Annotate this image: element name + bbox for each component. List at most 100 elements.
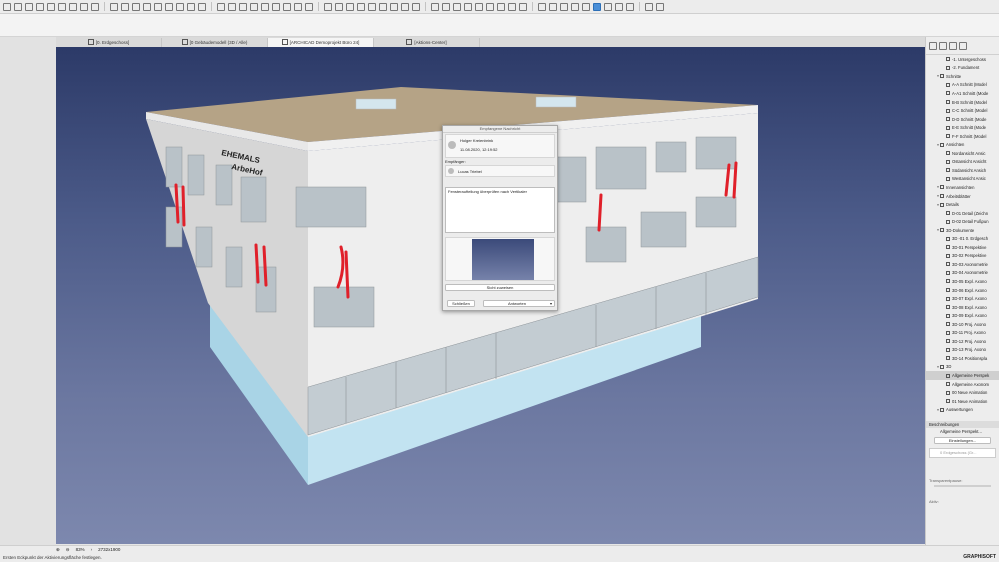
window-icon[interactable]: [198, 2, 206, 11]
dimension-icon[interactable]: [250, 2, 258, 11]
navigator-item[interactable]: D-D Schnitt (Mode: [926, 115, 999, 124]
railing-icon[interactable]: [187, 2, 195, 11]
message-body[interactable]: Fensteraufteilung überprüfen nach Vertik…: [445, 187, 555, 233]
navigator-item[interactable]: 3D-10 Proj. Axono: [926, 320, 999, 329]
assign-view-button[interactable]: Sicht zuweisen: [445, 284, 555, 291]
navigator-item[interactable]: Nordansicht Ansic: [926, 149, 999, 158]
navigator-item[interactable]: 3D-05 Expl. Axono: [926, 277, 999, 286]
penset-icon[interactable]: [464, 2, 472, 11]
view-map-icon[interactable]: [939, 41, 947, 50]
navigator-item[interactable]: ▾ Arbeitsblätter: [926, 192, 999, 201]
pencil-icon[interactable]: [47, 2, 55, 11]
redo-icon[interactable]: [25, 2, 33, 11]
render-icon[interactable]: [571, 2, 579, 11]
arc-icon[interactable]: [305, 2, 313, 11]
navigator-item[interactable]: A-A1 Schnitt (Mode: [926, 89, 999, 98]
navigator-item[interactable]: -1. Untergeschoss: [926, 55, 999, 64]
navigator-item[interactable]: 00 Neue Animation: [926, 388, 999, 397]
explore-icon[interactable]: [560, 2, 568, 11]
teamwork-icon[interactable]: [582, 2, 590, 11]
figure-icon[interactable]: [346, 2, 354, 11]
layers-icon[interactable]: [453, 2, 461, 11]
navigator-item[interactable]: ▾ Innenansichten: [926, 183, 999, 192]
spline-icon[interactable]: [324, 2, 332, 11]
send-icon[interactable]: [593, 2, 601, 11]
stair-icon[interactable]: [176, 2, 184, 11]
changes-icon[interactable]: [431, 2, 439, 11]
project-map-icon[interactable]: [929, 41, 937, 50]
navigator-item[interactable]: 3D-08 Expl. Axono: [926, 303, 999, 312]
wall-icon[interactable]: [80, 2, 88, 11]
reply-button[interactable]: Antworten ▾: [483, 300, 555, 307]
navigator-item[interactable]: 3D-13 Proj. Axono: [926, 346, 999, 355]
navigator-item[interactable]: ▾ 3D-Dokumente: [926, 226, 999, 235]
navigator-item[interactable]: C-C Schnitt (Model: [926, 106, 999, 115]
beam-icon[interactable]: [110, 2, 118, 11]
zoom-out-icon[interactable]: ⊖: [66, 547, 70, 553]
shell-icon[interactable]: [143, 2, 151, 11]
publish-icon[interactable]: [645, 2, 653, 11]
3d-window-icon[interactable]: [519, 2, 527, 11]
navigator-item[interactable]: 3D -01 0. Erdgesch: [926, 234, 999, 243]
object-icon[interactable]: [228, 2, 236, 11]
navigator-item[interactable]: Allgemeine Perspek: [926, 371, 999, 380]
renovation-icon[interactable]: [497, 2, 505, 11]
navigator-item[interactable]: E-E Schnitt (Mode: [926, 123, 999, 132]
elevation-icon[interactable]: [379, 2, 387, 11]
model-filter-icon[interactable]: [508, 2, 516, 11]
roof-icon[interactable]: [132, 2, 140, 11]
navigator-item[interactable]: Allgemeine Axonom: [926, 380, 999, 389]
3d-viewport[interactable]: EHEMALS ArbeHof Empfangene Nachricht Hol…: [56, 47, 925, 544]
navigator-item[interactable]: ▾ Ansichten: [926, 140, 999, 149]
settings-icon[interactable]: [656, 2, 664, 11]
navigator-item[interactable]: Westansicht Ansic: [926, 175, 999, 184]
fill-icon[interactable]: [283, 2, 291, 11]
hotspot-icon[interactable]: [335, 2, 343, 11]
view-thumbnail[interactable]: [445, 237, 555, 281]
transparency-slider[interactable]: [934, 485, 991, 487]
navigator-item[interactable]: 3D-03 Axonometrie: [926, 260, 999, 269]
detail-icon[interactable]: [412, 2, 420, 11]
label-icon[interactable]: [272, 2, 280, 11]
line-icon[interactable]: [294, 2, 302, 11]
navigator-item[interactable]: ▾ 3D: [926, 363, 999, 372]
save-icon[interactable]: [3, 2, 11, 11]
layer-combination-select[interactable]: 0 Erdgeschoss (Gr...: [929, 448, 996, 458]
marquee-icon[interactable]: [58, 2, 66, 11]
zoom-in-icon[interactable]: ⊕: [56, 547, 60, 553]
navigator-item[interactable]: 01 Neue Animation: [926, 397, 999, 406]
navigator-item[interactable]: 3D-09 Expl. Axono: [926, 311, 999, 320]
navigator-item[interactable]: B-B Schnitt (Model: [926, 98, 999, 107]
column-icon[interactable]: [91, 2, 99, 11]
tab-action-center[interactable]: [Aktions-Center]: [374, 37, 480, 47]
navigator-item[interactable]: 3D-12 Proj. Axono: [926, 337, 999, 346]
camera-icon[interactable]: [357, 2, 365, 11]
receive-icon[interactable]: [604, 2, 612, 11]
navigator-item[interactable]: 3D-02 Perspektive: [926, 252, 999, 261]
publisher-icon[interactable]: [959, 41, 967, 50]
pointer-icon[interactable]: [36, 2, 44, 11]
tab-erdgeschoss[interactable]: [0. Erdgeschoss]: [56, 37, 162, 47]
close-button[interactable]: Schließen: [447, 300, 475, 307]
navigator-item[interactable]: ▾ Schnitte: [926, 72, 999, 81]
mvo-icon[interactable]: [475, 2, 483, 11]
zone-icon[interactable]: [165, 2, 173, 11]
bimcloud-icon[interactable]: [615, 2, 623, 11]
perspective-icon[interactable]: [538, 2, 546, 11]
navigator-item[interactable]: 3D-01 Perspektive: [926, 243, 999, 252]
graphic-override-icon[interactable]: [486, 2, 494, 11]
layout-book-icon[interactable]: [949, 41, 957, 50]
navigator-item[interactable]: F-F Schnitt (Model: [926, 132, 999, 141]
tab-3d-model[interactable]: [0 Gebäudemodell (3D / Alle): [162, 37, 268, 47]
navigator-item[interactable]: ▾ Auswertungen: [926, 405, 999, 414]
navigator-item[interactable]: 3D-11 Proj. Axono: [926, 329, 999, 338]
navigator-item[interactable]: 3D-07 Expl. Axono: [926, 294, 999, 303]
text-icon[interactable]: [261, 2, 269, 11]
worksheet-icon[interactable]: [401, 2, 409, 11]
arrow-icon[interactable]: [69, 2, 77, 11]
settings-button[interactable]: Einstellungen...: [934, 437, 991, 444]
undo-icon[interactable]: [14, 2, 22, 11]
navigator-item[interactable]: Südansicht Ansich: [926, 166, 999, 175]
slab-icon[interactable]: [121, 2, 129, 11]
navigator-item[interactable]: 3D-06 Expl. Axono: [926, 286, 999, 295]
